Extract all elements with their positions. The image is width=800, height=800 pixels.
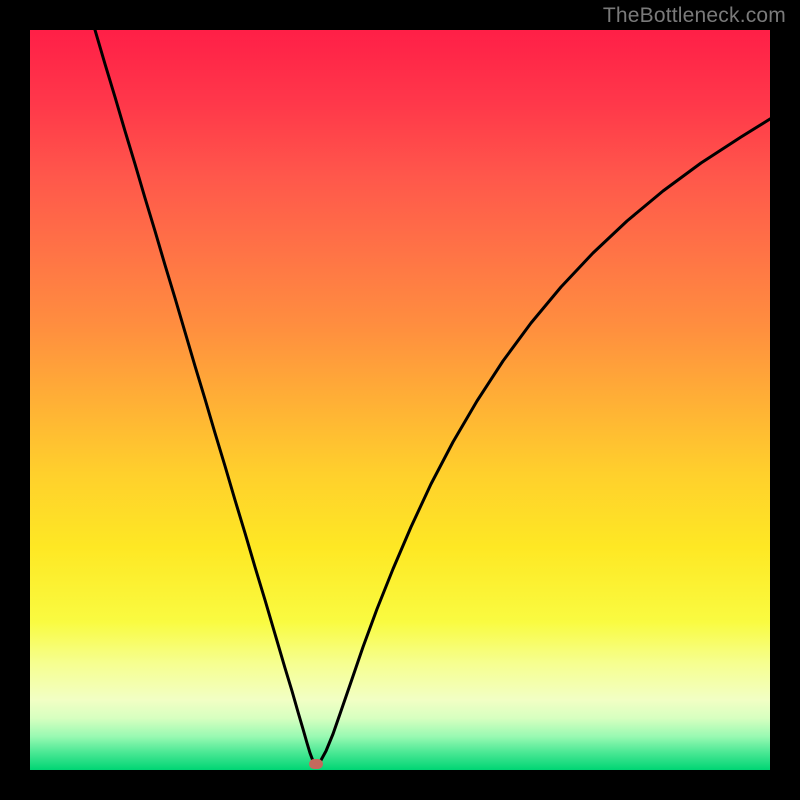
chart-frame bbox=[30, 30, 770, 770]
watermark-text: TheBottleneck.com bbox=[603, 4, 786, 28]
gradient-background bbox=[30, 30, 770, 770]
